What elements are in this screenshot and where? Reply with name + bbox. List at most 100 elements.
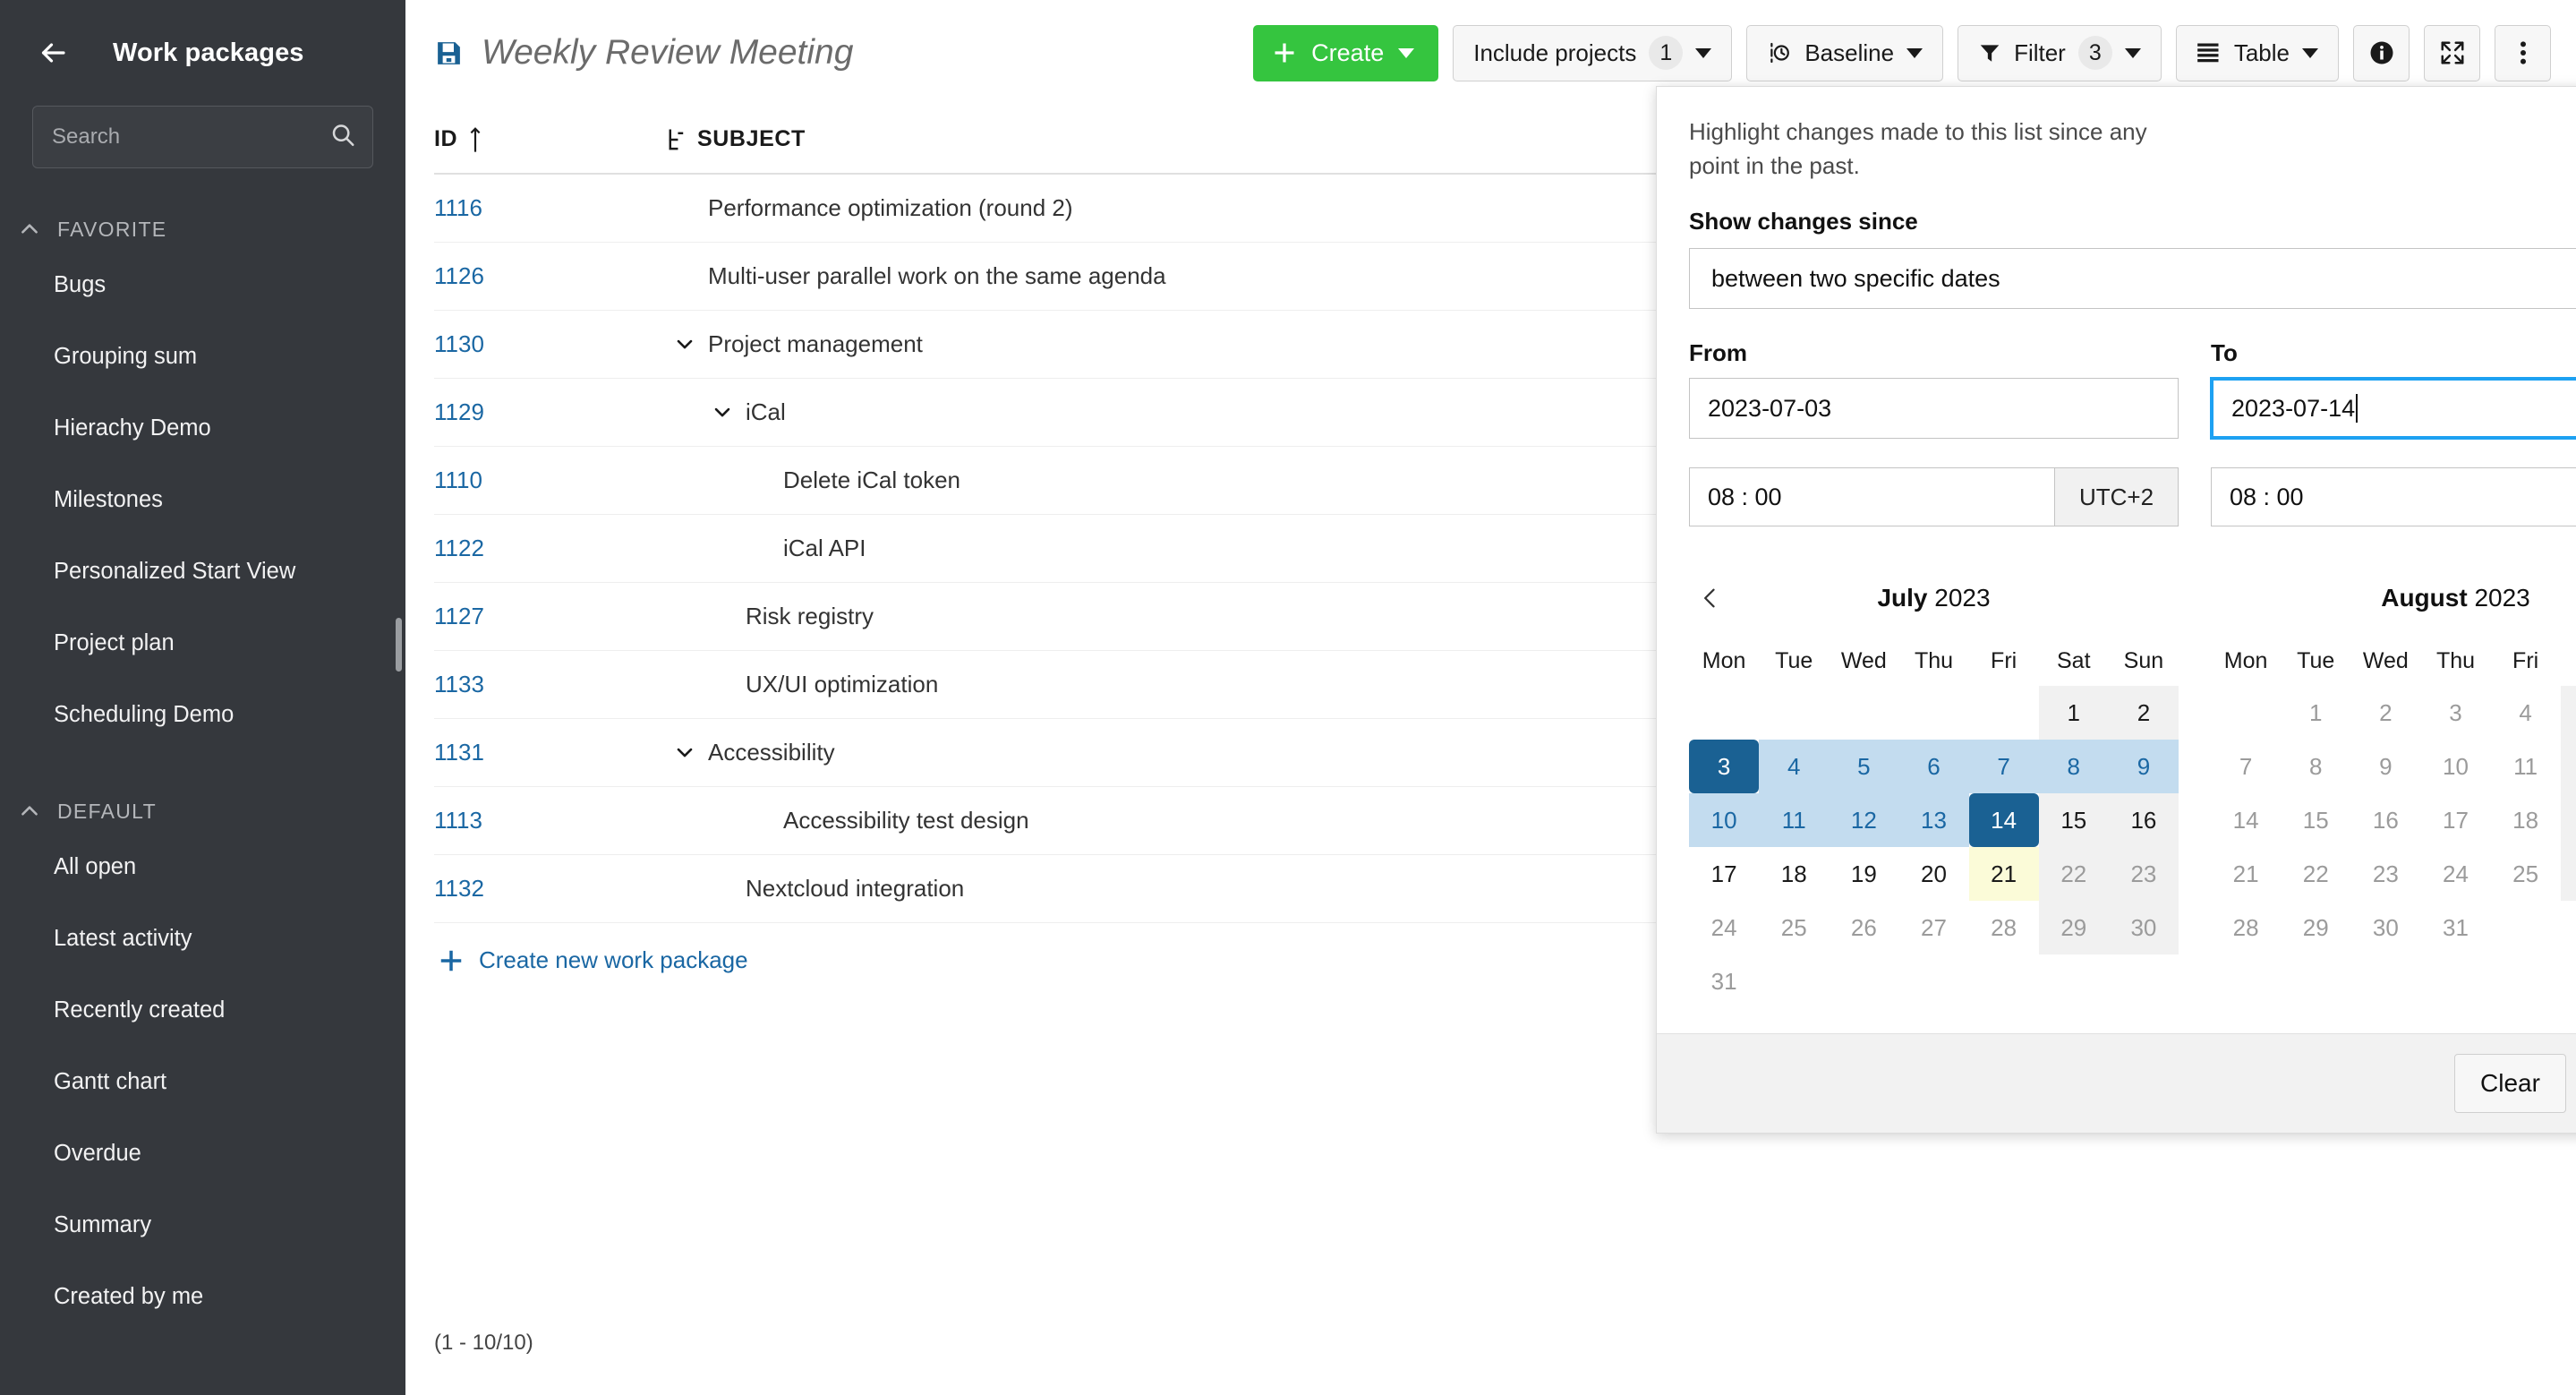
calendar-day[interactable]: 9 xyxy=(2108,740,2179,794)
calendar-day[interactable]: 20 xyxy=(1898,847,1968,901)
sidebar-item-latest-activity[interactable]: Latest activity xyxy=(0,903,405,974)
table-view-label: Table xyxy=(2233,39,2290,66)
sidebar-item-project-plan[interactable]: Project plan xyxy=(0,607,405,679)
work-package-id-link[interactable]: 1127 xyxy=(434,603,484,629)
sidebar-scrollbar-thumb[interactable] xyxy=(396,618,402,672)
sidebar-item-created-by-me[interactable]: Created by me xyxy=(0,1261,405,1332)
show-changes-since-select[interactable]: between two specific dates xyxy=(1689,248,2576,310)
calendar-day-selected[interactable]: 3 xyxy=(1689,740,1760,794)
work-package-id-link[interactable]: 1133 xyxy=(434,671,484,698)
work-package-id-link[interactable]: 1113 xyxy=(434,807,482,834)
work-package-subject: Multi-user parallel work on the same age… xyxy=(708,261,1166,289)
sidebar-item-gantt-chart[interactable]: Gantt chart xyxy=(0,1046,405,1117)
work-package-id-link[interactable]: 1131 xyxy=(434,739,484,766)
to-time-input[interactable]: 08 : 00 xyxy=(2212,468,2576,526)
calendar-day-selected[interactable]: 14 xyxy=(1968,793,2039,848)
sidebar-item-personalized-start-view[interactable]: Personalized Start View xyxy=(0,535,405,607)
calendar-day[interactable]: 7 xyxy=(1968,740,2039,794)
calendar-day: 4 xyxy=(2519,698,2532,726)
calendar-day[interactable]: 18 xyxy=(1759,847,1829,901)
calendar-day-today[interactable]: 21 xyxy=(1968,847,2039,902)
calendar-weekday-label: Wed xyxy=(1840,647,1887,673)
calendar-day[interactable]: 2 xyxy=(2108,686,2179,740)
list-lines-icon xyxy=(2197,43,2219,63)
calendar-day[interactable]: 6 xyxy=(1898,740,1969,794)
calendar-day[interactable]: 16 xyxy=(2108,793,2179,848)
sidebar-section-favorite: FAVORITE Bugs Grouping sum Hierachy Demo Mil… xyxy=(0,210,405,750)
work-package-id-link[interactable]: 1129 xyxy=(434,398,484,425)
calendar-day: 2 xyxy=(2379,698,2393,726)
work-package-subject: Delete iCal token xyxy=(783,466,960,493)
calendar-day[interactable]: 10 xyxy=(1689,793,1760,848)
calendar-day[interactable]: 1 xyxy=(2038,686,2109,740)
chevron-left-icon[interactable] xyxy=(1689,577,1732,620)
sidebar-item-overdue[interactable]: Overdue xyxy=(0,1117,405,1189)
calendar-day[interactable]: 17 xyxy=(1689,847,1759,901)
sidebar-item-grouping-sum[interactable]: Grouping sum xyxy=(0,321,405,392)
sidebar-item-milestones[interactable]: Milestones xyxy=(0,464,405,535)
include-projects-button[interactable]: Include projects 1 xyxy=(1453,24,1733,81)
chevron-down-icon[interactable] xyxy=(667,734,703,770)
column-header-subject-label: SUBJECT xyxy=(697,126,806,151)
more-options-button[interactable] xyxy=(2495,24,2551,81)
filter-button[interactable]: Filter 3 xyxy=(1958,24,2162,81)
calendar-day: 1 xyxy=(2308,698,2323,726)
clear-button[interactable]: Clear xyxy=(2454,1054,2566,1114)
work-package-id-link[interactable]: 1132 xyxy=(434,875,484,902)
calendar-day[interactable]: 5 xyxy=(1829,740,1899,794)
calendar-day: 22 xyxy=(2302,860,2329,887)
chevron-down-icon[interactable] xyxy=(667,326,703,362)
sidebar-item-summary[interactable]: Summary xyxy=(0,1189,405,1261)
from-label: From xyxy=(1689,339,1747,367)
pagination-summary: (1 - 10/10) xyxy=(434,1331,533,1355)
column-header-id[interactable]: ID xyxy=(434,106,568,175)
calendar-day: 12 xyxy=(2560,740,2576,794)
sidebar-item-label: Recently created xyxy=(54,997,226,1023)
table-view-button[interactable]: Table xyxy=(2175,24,2339,81)
calendar-day: 29 xyxy=(2038,901,2109,955)
sidebar-item-bugs[interactable]: Bugs xyxy=(0,249,405,321)
to-time-value: 08 : 00 xyxy=(2230,483,2304,510)
create-button[interactable]: Create xyxy=(1253,24,1439,81)
sidebar-item-recently-created[interactable]: Recently created xyxy=(0,974,405,1046)
from-field-group: From 2023-07-03 08 : 00 UTC+2 xyxy=(1689,339,2179,527)
sidebar-section-header-default[interactable]: DEFAULT xyxy=(0,792,405,831)
calendar-day[interactable]: 13 xyxy=(1898,793,1969,848)
calendar-day[interactable]: 12 xyxy=(1829,793,1899,848)
calendar-weekday-label: Mon xyxy=(2223,647,2268,673)
work-package-id-link[interactable]: 1122 xyxy=(434,535,484,561)
info-button[interactable] xyxy=(2353,24,2410,81)
fullscreen-button[interactable] xyxy=(2424,24,2480,81)
work-package-id-link[interactable]: 1126 xyxy=(434,262,484,289)
calendar-blank-cell xyxy=(1759,686,1829,740)
sidebar-section-header-favorite[interactable]: FAVORITE xyxy=(0,210,405,249)
sidebar-item-hierachy-demo[interactable]: Hierachy Demo xyxy=(0,392,405,464)
calendar-month: July xyxy=(1877,584,1928,612)
info-icon xyxy=(2370,41,2393,64)
chevron-down-icon[interactable] xyxy=(704,394,740,430)
calendar-day: 5 xyxy=(2560,686,2576,740)
work-package-id-link[interactable]: 1116 xyxy=(434,194,482,221)
calendar-day: 23 xyxy=(2372,860,2399,887)
work-package-id-link[interactable]: 1110 xyxy=(434,466,482,493)
calendar-day[interactable]: 15 xyxy=(2038,793,2109,848)
from-date-input[interactable]: 2023-07-03 xyxy=(1689,378,2179,440)
calendar-day[interactable]: 19 xyxy=(1829,847,1898,901)
calendar-day[interactable]: 11 xyxy=(1759,793,1830,848)
baseline-button[interactable]: Baseline xyxy=(1746,24,1944,81)
floppy-save-icon[interactable] xyxy=(434,39,464,68)
from-time-input[interactable]: 08 : 00 xyxy=(1690,468,2054,526)
search-box[interactable] xyxy=(32,106,373,168)
to-date-input[interactable]: 2023-07-14 xyxy=(2211,378,2576,440)
work-package-id-link[interactable]: 1130 xyxy=(434,330,484,357)
sidebar-item-scheduling-demo[interactable]: Scheduling Demo xyxy=(0,679,405,750)
calendar-day[interactable]: 8 xyxy=(2038,740,2109,794)
arrow-left-icon[interactable] xyxy=(32,32,73,73)
row-expander-placeholder xyxy=(704,870,740,906)
row-expander-placeholder xyxy=(742,802,778,838)
from-time-row: 08 : 00 UTC+2 xyxy=(1689,467,2179,527)
sidebar-item-all-open[interactable]: All open xyxy=(0,831,405,903)
search-input[interactable] xyxy=(33,107,372,167)
calendar-day[interactable]: 4 xyxy=(1759,740,1830,794)
calendar-blank-cell xyxy=(2211,686,2281,740)
